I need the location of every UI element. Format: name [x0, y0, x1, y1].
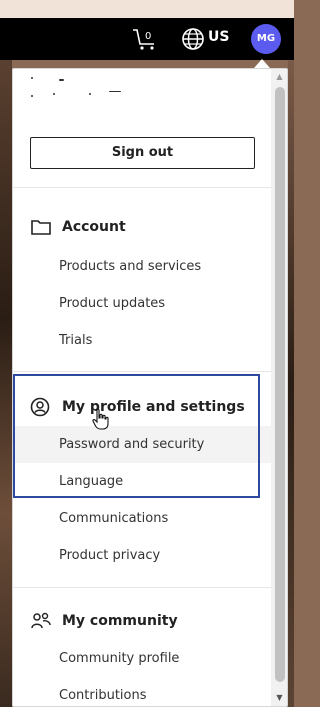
scroll-up-icon[interactable]: ▲ [271, 69, 287, 85]
background-photo-right [288, 60, 294, 707]
globe-icon [182, 28, 204, 50]
section-account-title: Account [62, 219, 126, 235]
menu-item-communications[interactable]: Communications [13, 500, 271, 537]
menu-item-trials[interactable]: Trials [13, 322, 271, 359]
menu-item-language[interactable]: Language [13, 463, 271, 500]
section-my-profile[interactable]: My profile and settings [30, 395, 245, 419]
menu-caret [254, 59, 270, 68]
avatar[interactable]: MG [251, 24, 281, 54]
sign-out-button[interactable]: Sign out [30, 137, 255, 169]
menu-item-product-updates[interactable]: Product updates [13, 285, 271, 322]
scroll-down-icon[interactable]: ▼ [271, 690, 287, 706]
folder-icon [31, 220, 51, 235]
cart-button[interactable]: 0 [130, 24, 160, 52]
menu-item-community-profile[interactable]: Community profile [13, 640, 271, 677]
scrollbar-thumb[interactable] [275, 87, 285, 682]
region-label[interactable]: US [208, 29, 229, 45]
community-icon [31, 612, 51, 629]
hand-cursor-icon [92, 408, 109, 430]
top-strip [0, 0, 294, 18]
menu-item-products-and-services[interactable]: Products and services [13, 248, 271, 285]
section-my-community-title: My community [62, 613, 178, 629]
cart-count: 0 [145, 31, 151, 42]
background-photo-left [0, 60, 12, 707]
menu-item-contributions[interactable]: Contributions [13, 677, 271, 706]
account-dropdown-menu: Sign out Account Products and services P… [12, 68, 288, 707]
section-my-community[interactable]: My community [30, 609, 178, 633]
menu-item-product-privacy[interactable]: Product privacy [13, 537, 271, 574]
user-email-blurred [31, 89, 151, 99]
divider [13, 587, 271, 588]
user-name-blurred [31, 73, 91, 83]
section-account[interactable]: Account [30, 215, 126, 239]
cart-icon: 0 [133, 29, 154, 50]
scrollbar[interactable]: ▲ ▼ [271, 69, 287, 706]
user-circle-icon [30, 397, 50, 417]
region-selector[interactable] [181, 27, 205, 51]
divider [13, 187, 271, 188]
divider [13, 371, 271, 372]
menu-item-password-and-security[interactable]: Password and security [13, 426, 271, 463]
top-navigation-bar: 0 US MG [0, 18, 294, 60]
section-my-profile-title: My profile and settings [62, 399, 245, 415]
